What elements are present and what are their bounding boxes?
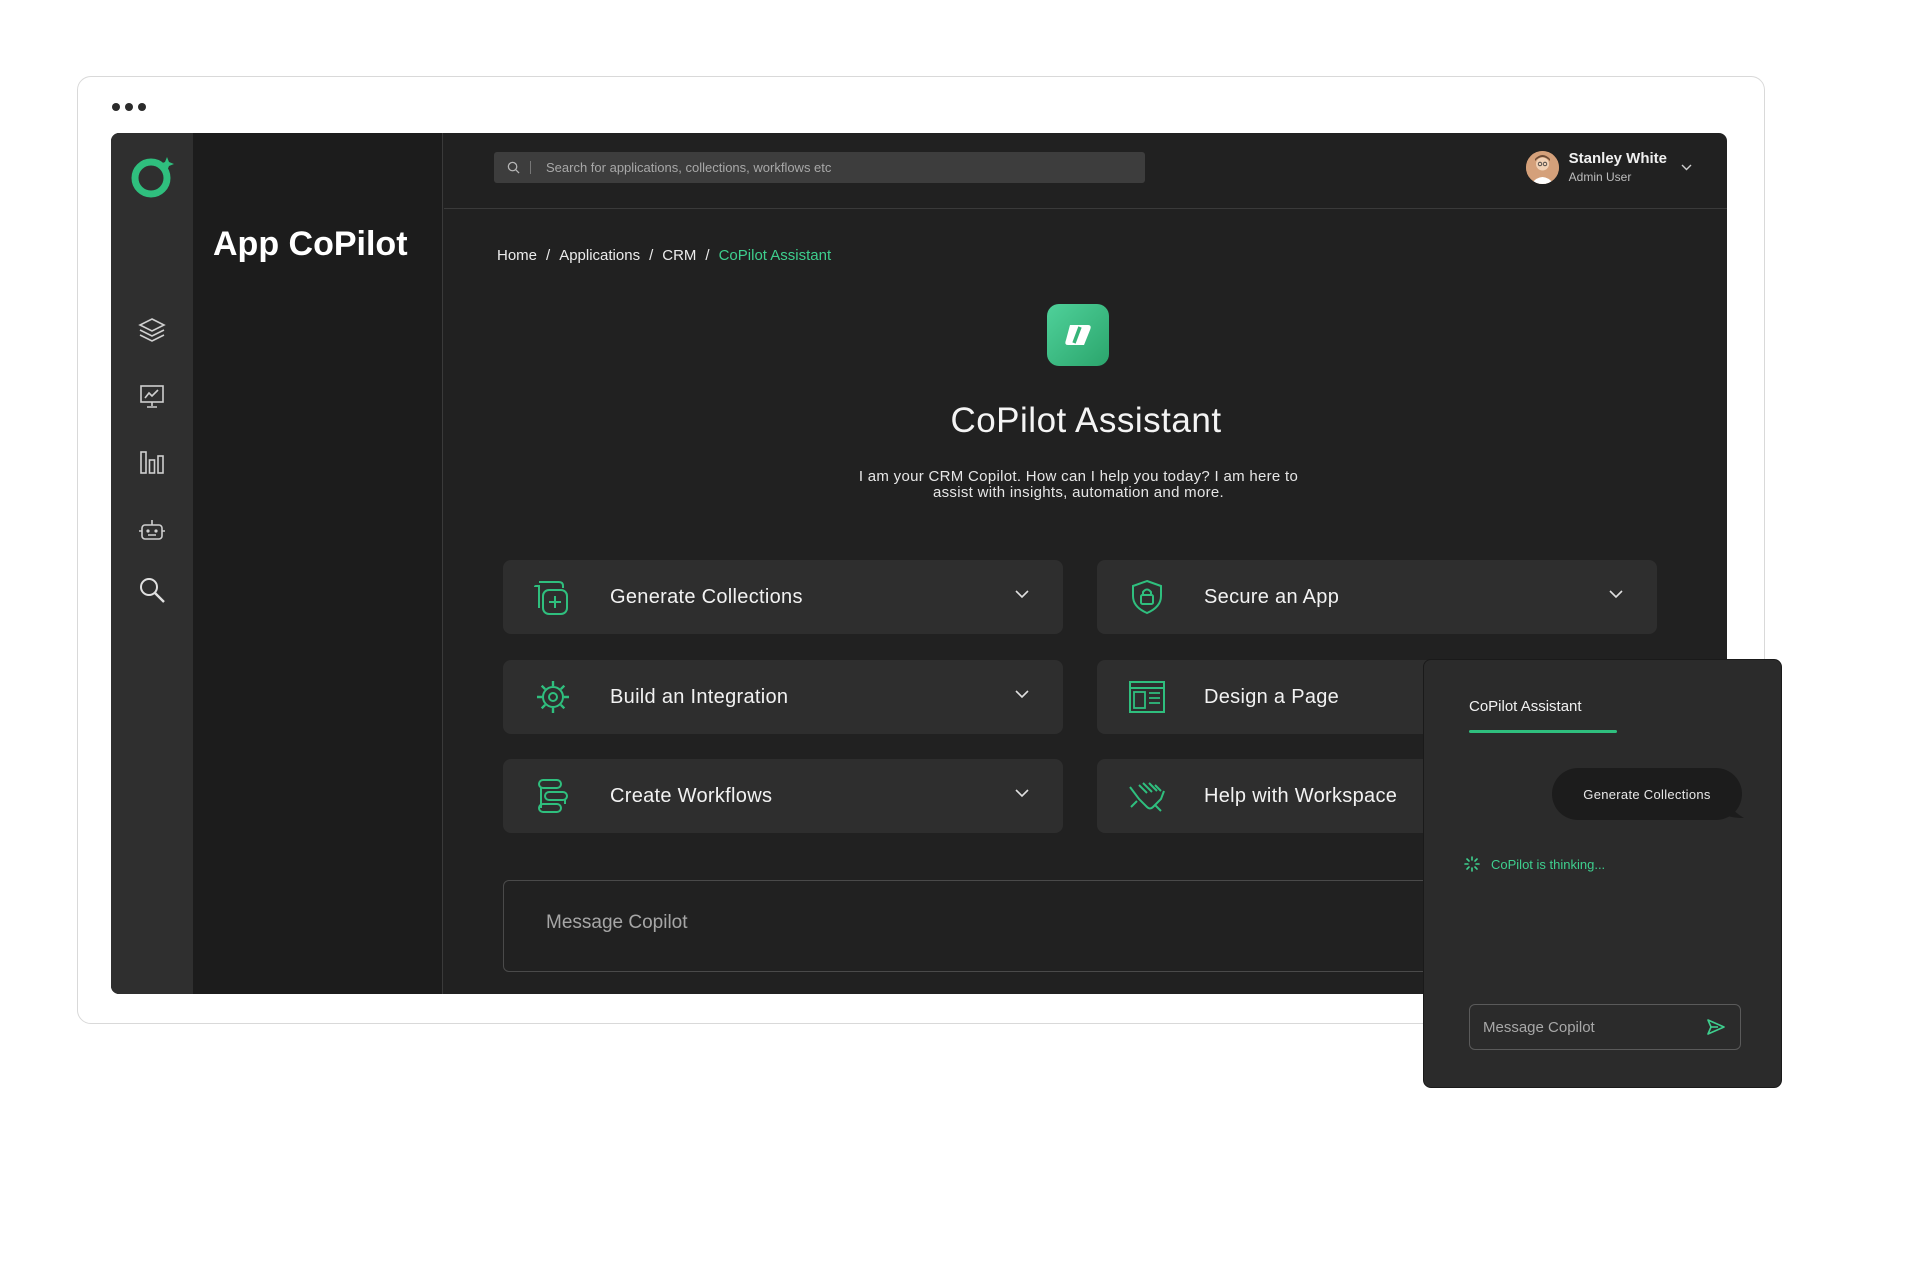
window-menu-dots[interactable] [112, 103, 146, 111]
global-search[interactable] [494, 152, 1145, 183]
app-title: App CoPilot [213, 225, 408, 263]
side-panel: App CoPilot [193, 133, 443, 994]
icon-rail [111, 133, 193, 994]
subtitle-line-2: assist with insights, automation and mor… [932, 484, 1225, 501]
page-subtitle: I am your CRM Copilot. How can I help yo… [811, 469, 1346, 501]
subtitle-line-1: I am your CRM Copilot. How can I help yo… [858, 468, 1299, 485]
breadcrumb-current: CoPilot Assistant [718, 247, 832, 264]
popup-message-composer[interactable] [1469, 1004, 1741, 1050]
card-label: Create Workflows [610, 784, 773, 807]
breadcrumb-crm[interactable]: CRM [662, 247, 696, 264]
shield-lock-icon [1132, 579, 1162, 615]
chevron-down-icon[interactable] [1015, 789, 1029, 798]
user-message-bubble: Generate Collections [1552, 768, 1742, 820]
breadcrumb-home[interactable]: Home [497, 247, 537, 264]
search-input[interactable] [544, 159, 1145, 176]
card-create-workflows[interactable]: Create Workflows [503, 759, 1063, 833]
search-icon[interactable] [137, 575, 167, 605]
page-title: CoPilot Assistant [950, 401, 1222, 440]
workflow-icon [538, 779, 568, 813]
app-logo-icon [131, 157, 174, 198]
bar-chart-icon[interactable] [137, 447, 167, 477]
page-layout-icon [1129, 681, 1165, 713]
user-name: Stanley White [1568, 150, 1667, 167]
card-secure-an-app[interactable]: Secure an App [1097, 560, 1657, 634]
loading-spinner-icon [1464, 856, 1480, 872]
user-role: Admin User [1568, 170, 1632, 184]
card-label: Design a Page [1204, 685, 1340, 708]
breadcrumb-applications[interactable]: Applications [559, 247, 640, 264]
chevron-down-icon[interactable] [1015, 690, 1029, 699]
breadcrumb: Home / Applications / CRM / CoPilot Assista… [497, 247, 832, 264]
copilot-chat-popup: CoPilot Assistant Generate Collections C… [1423, 659, 1782, 1088]
active-tab-indicator [1469, 730, 1617, 733]
search-divider [530, 161, 531, 174]
chevron-down-icon[interactable] [1015, 590, 1029, 599]
card-generate-collections[interactable]: Generate Collections [503, 560, 1063, 634]
card-label: Generate Collections [610, 585, 803, 608]
popup-message-input[interactable] [1481, 1018, 1695, 1037]
bubble-tail [1724, 796, 1744, 818]
card-label: Help with Workspace [1204, 784, 1398, 807]
top-bar: Stanley White Admin User [444, 133, 1727, 209]
card-label: Build an Integration [610, 685, 789, 708]
tab-copilot-assistant[interactable]: CoPilot Assistant [1469, 698, 1582, 715]
thinking-status: CoPilot is thinking... [1464, 856, 1605, 872]
handshake-icon [1129, 782, 1165, 812]
avatar [1525, 150, 1559, 184]
collection-add-icon [534, 581, 568, 615]
send-icon[interactable] [1706, 1017, 1726, 1037]
chevron-down-icon [1681, 164, 1692, 170]
card-build-an-integration[interactable]: Build an Integration [503, 660, 1063, 734]
message-input[interactable] [544, 911, 1248, 935]
gear-integration-icon [537, 681, 569, 713]
robot-icon[interactable] [137, 515, 167, 545]
copilot-logo-icon [1047, 304, 1109, 366]
search-icon [507, 161, 520, 174]
message-composer[interactable] [503, 880, 1503, 972]
thinking-text: CoPilot is thinking... [1491, 856, 1606, 872]
card-label: Secure an App [1204, 585, 1340, 608]
layers-icon[interactable] [137, 315, 167, 345]
chevron-down-icon[interactable] [1609, 590, 1623, 599]
user-menu[interactable]: Stanley White Admin User [1525, 150, 1692, 184]
